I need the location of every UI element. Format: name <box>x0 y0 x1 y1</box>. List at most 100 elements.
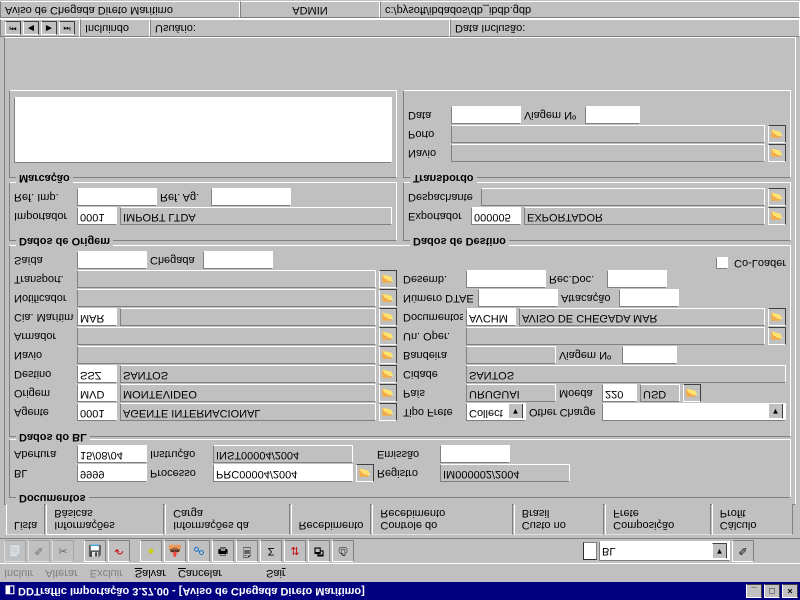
tipofrete-field[interactable]: Collect▼ <box>466 403 526 421</box>
tool-sum[interactable]: Σ <box>260 540 282 562</box>
emissao-field[interactable] <box>440 445 510 463</box>
maximize-button[interactable]: □ <box>764 584 780 598</box>
bl-field[interactable]: 9999 <box>77 464 147 482</box>
tb-data-label: Data <box>408 109 448 121</box>
destino-label: Destino <box>14 368 74 380</box>
tool-g[interactable]: 🗗 <box>308 540 330 562</box>
tab-composicao[interactable]: Composição Frete <box>605 504 711 535</box>
destino-lookup[interactable]: 📂 <box>379 365 397 383</box>
processo-field[interactable]: PRC00004/2004 <box>213 464 353 482</box>
ciamar-lookup[interactable]: 📂 <box>379 308 397 326</box>
menu-alterar[interactable]: Alterar <box>45 567 77 579</box>
importador-label: Importador <box>14 210 74 222</box>
numdtae-field[interactable] <box>478 289 558 307</box>
tool-undo[interactable]: ↶ <box>108 540 130 562</box>
tab-recebimento[interactable]: Recebimento <box>291 504 372 535</box>
agente-code[interactable]: 0001 <box>77 403 117 421</box>
transport-lookup[interactable]: 📂 <box>379 270 397 288</box>
menu-cancelar[interactable]: Cancelar <box>178 567 222 579</box>
abertura-label: Abertura <box>14 448 74 460</box>
chevron-down-icon[interactable]: ▼ <box>508 403 523 419</box>
instrucao-label: Instrução <box>150 448 210 460</box>
minimize-button[interactable]: _ <box>746 584 762 598</box>
tab-info-basicas[interactable]: Informações Básicas <box>46 504 164 535</box>
armador-lookup[interactable]: 📂 <box>379 327 397 345</box>
tb-data-field[interactable] <box>451 106 521 124</box>
docs-code[interactable]: AVCHM <box>466 308 516 326</box>
tb-viagem-field[interactable] <box>585 106 640 124</box>
instrucao-field: INST00004/2004 <box>213 445 353 463</box>
tool-new[interactable]: 📄 <box>4 540 26 562</box>
tool-delete[interactable]: ✂ <box>52 540 74 562</box>
refimp-field[interactable] <box>77 188 157 206</box>
tool-edit[interactable]: ✎ <box>28 540 50 562</box>
recdoc-field[interactable] <box>607 270 667 288</box>
notificador-lookup[interactable]: 📂 <box>379 289 397 307</box>
tool-edit2[interactable]: ✎ <box>732 540 754 562</box>
close-button[interactable]: × <box>782 584 798 598</box>
tool-f[interactable]: ⇵ <box>284 540 306 562</box>
origem-lookup[interactable]: 📂 <box>379 384 397 402</box>
othercharge-field[interactable]: ▼ <box>602 403 786 421</box>
menu-incluir[interactable]: Incluir <box>4 567 33 579</box>
armador-field <box>77 327 376 345</box>
tab-profit[interactable]: Cálculo Profit <box>712 504 793 535</box>
unoper-lookup[interactable]: 📂 <box>768 327 786 345</box>
agente-lookup[interactable]: 📂 <box>379 403 397 421</box>
ciamar-code[interactable]: MAR <box>77 308 117 326</box>
docs-lookup[interactable]: 📂 <box>768 308 786 326</box>
desemb-field[interactable] <box>466 270 546 288</box>
navio-lookup[interactable]: 📂 <box>379 346 397 364</box>
transport-label: Transport. <box>14 273 74 285</box>
tool-h[interactable]: ⎙ <box>332 540 354 562</box>
despachante-lookup[interactable]: 📂 <box>768 188 786 206</box>
refag-label: Ref. Ag. <box>160 191 208 203</box>
tool-b[interactable]: 📥 <box>164 540 186 562</box>
toolbar-combo[interactable]: ▼ <box>599 541 730 561</box>
menu-salvar[interactable]: Salvar <box>135 567 166 579</box>
chegada-field[interactable] <box>203 251 273 269</box>
abertura-field[interactable]: 15/08/04 <box>77 445 147 463</box>
origem-code[interactable]: MVD <box>77 384 117 402</box>
chevron-down-icon[interactable]: ▼ <box>712 543 727 559</box>
group-destino: Dados de Destino Exportador000005EXPORTA… <box>403 182 791 241</box>
importador-field: IMPORT LTDA <box>120 207 392 225</box>
tool-e[interactable]: 🗎 <box>236 540 258 562</box>
marcacao-textarea[interactable] <box>14 97 392 163</box>
tab-custo[interactable]: Custo no Brasil <box>514 504 604 535</box>
nav-next[interactable]: ▶ <box>41 21 57 35</box>
menu-excluir[interactable]: Excluir <box>90 567 123 579</box>
processo-lookup[interactable]: 📂 <box>356 464 374 482</box>
tab-info-carga[interactable]: Informações da Carga <box>165 504 290 535</box>
exportador-code[interactable]: 000005 <box>471 207 521 225</box>
moeda-code[interactable]: 220 <box>602 384 637 402</box>
group-dados-bl: Dados do BL Agente0001AGENTE INTERNACION… <box>9 245 791 437</box>
tool-save[interactable]: 💾 <box>84 540 106 562</box>
origem-field: MONTEVIDEO <box>120 384 376 402</box>
refag-field[interactable] <box>211 188 291 206</box>
tb-porto-lookup[interactable]: 📂 <box>768 125 786 143</box>
atracacao-field[interactable] <box>619 289 679 307</box>
tb-porto-label: Porto <box>408 128 448 140</box>
moeda-lookup[interactable]: 📂 <box>683 384 701 402</box>
chevron-down-icon[interactable]: ▼ <box>768 403 783 419</box>
saida-field[interactable] <box>77 251 147 269</box>
exportador-lookup[interactable]: 📂 <box>768 207 786 225</box>
destino-code[interactable]: SSZ <box>77 365 117 383</box>
transport-field <box>77 270 376 288</box>
menu-sair[interactable]: Sair <box>266 567 286 579</box>
tab-controle[interactable]: Controle do Recebimento <box>372 504 512 535</box>
importador-code[interactable]: 0001 <box>77 207 117 225</box>
nav-prev[interactable]: ◀ <box>23 21 39 35</box>
moeda-field: USD <box>640 384 680 402</box>
tab-lista[interactable]: Lista <box>6 504 45 535</box>
tb-navio-lookup[interactable]: 📂 <box>768 144 786 162</box>
toolbar-combo-input[interactable] <box>602 545 712 557</box>
tool-d[interactable]: 🖶 <box>212 540 234 562</box>
viagem-field[interactable] <box>622 346 677 364</box>
nav-last[interactable]: ⏭ <box>59 21 75 35</box>
coloader-checkbox[interactable] <box>716 257 728 269</box>
tool-a[interactable]: ● <box>140 540 162 562</box>
nav-first[interactable]: ⏮ <box>5 21 21 35</box>
tool-c[interactable]: ☍ <box>188 540 210 562</box>
